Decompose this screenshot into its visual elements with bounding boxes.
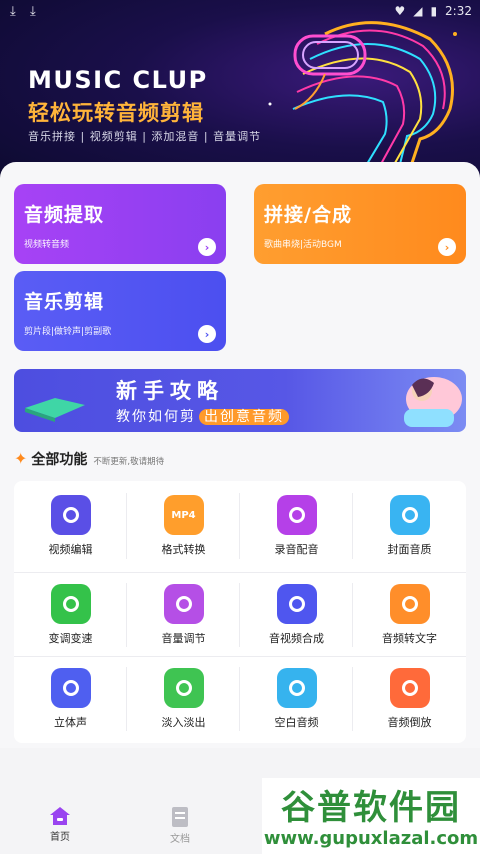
- glyph: [401, 596, 418, 612]
- banner-tags: 音乐拼接 | 视频剪辑 | 添加混音 | 音量调节: [28, 130, 262, 143]
- section-title: 全部功能: [31, 452, 88, 468]
- glyph: [62, 507, 79, 523]
- feature-item[interactable]: 录音配音: [240, 481, 353, 568]
- feature-item[interactable]: 视频编辑: [14, 481, 127, 568]
- watermark-url: www.gupuxlazal.com: [263, 828, 479, 849]
- promo-title: 新手攻略: [116, 379, 224, 403]
- glyph: [62, 680, 79, 696]
- watermark: 谷普软件园 www.gupuxlazal.com: [262, 778, 480, 854]
- glyph: [401, 507, 418, 523]
- all-features-header: ✦ 全部功能 不断更新,敬请期待: [14, 449, 164, 469]
- music-edit-card[interactable]: 音乐剪辑 剪片段|做铃声|剪副歌 ›: [14, 271, 226, 351]
- card-title: 音频提取: [24, 204, 105, 226]
- feature-label: 录音配音: [274, 543, 319, 556]
- banner-subtitle: 轻松玩转音频剪辑: [28, 101, 204, 125]
- glyph: [288, 507, 305, 523]
- blank-audio-icon: [276, 668, 317, 708]
- download-icon: ⤓: [30, 4, 36, 19]
- glyph: [175, 596, 192, 612]
- document-icon: [172, 807, 188, 827]
- cover-image-icon: [389, 495, 430, 535]
- feature-label: 音量调节: [161, 632, 206, 645]
- reverse-icon: [389, 668, 430, 708]
- feature-item[interactable]: MP4 格式转换: [127, 481, 240, 568]
- feature-item[interactable]: 淡入淡出: [127, 654, 240, 741]
- volume-icon: [163, 584, 204, 624]
- banner-title: MUSIC CLUP: [28, 66, 208, 94]
- neon-head-illustration: [268, 21, 457, 184]
- feature-label: 音频转文字: [382, 632, 437, 645]
- speed-icon: [50, 584, 91, 624]
- sparkle-icon: ✦: [14, 449, 28, 468]
- feature-item[interactable]: 空白音频: [240, 654, 353, 741]
- video-edit-icon: [50, 495, 91, 535]
- chevron-right-icon[interactable]: ›: [198, 325, 216, 343]
- promo-subtitle: 教你如何剪 出创意音频: [116, 406, 289, 426]
- feature-label: 音频倒放: [387, 716, 432, 729]
- feature-label: 空白音频: [274, 716, 319, 729]
- features-grid: 视频编辑 MP4 格式转换 录音配音 封面音质变调变速 音量调节 音视频合成 音频转文字立体声…: [14, 481, 466, 743]
- card-desc: 视频转音频: [24, 240, 70, 250]
- card-desc: 歌曲串烧|活动BGM: [264, 240, 342, 250]
- feature-item[interactable]: 音频倒放: [353, 654, 466, 741]
- glyph: [62, 596, 79, 612]
- nav-docs-label: 文档: [170, 834, 190, 845]
- glyph: [288, 680, 305, 696]
- av-merge-icon: [276, 584, 317, 624]
- promo-sub-prefix: 教你如何剪: [116, 409, 196, 425]
- card-title: 音乐剪辑: [24, 291, 105, 313]
- feature-item[interactable]: 音频转文字: [353, 570, 466, 657]
- glyph: [401, 680, 418, 696]
- book-icon: [25, 398, 85, 422]
- card-desc: 剪片段|做铃声|剪副歌: [24, 327, 112, 337]
- nav-home-label: 首页: [50, 832, 70, 843]
- section-subtitle: 不断更新,敬请期待: [93, 457, 165, 467]
- person-illustration: [404, 377, 462, 427]
- stereo-icon: [50, 668, 91, 708]
- feature-label: 封面音质: [387, 543, 432, 556]
- feature-label: 格式转换: [161, 543, 206, 556]
- nav-docs[interactable]: 文档: [150, 806, 210, 845]
- watermark-text: 谷普软件园: [281, 788, 461, 828]
- feature-label: 视频编辑: [48, 543, 93, 556]
- download-icon: ⤓: [10, 4, 16, 19]
- app-screen: ⤓ ⤓ ♥ ◢ ▮ 2:32 MUSIC CLUP 轻松玩转音频剪辑 音乐拼接 …: [0, 0, 480, 854]
- glyph: [175, 680, 192, 696]
- feature-label: 立体声: [54, 716, 87, 729]
- splice-merge-card[interactable]: 拼接/合成 歌曲串烧|活动BGM ›: [254, 184, 466, 264]
- promo-sub-highlight: 出创意音频: [199, 409, 289, 425]
- feature-item[interactable]: 变调变速: [14, 570, 127, 657]
- audio-extract-card[interactable]: 音频提取 视频转音频 ›: [14, 184, 226, 264]
- card-title: 拼接/合成: [264, 204, 352, 226]
- mp4-format-icon: MP4: [163, 495, 204, 535]
- audio-to-text-icon: [389, 584, 430, 624]
- glyph: [288, 596, 305, 612]
- chevron-right-icon[interactable]: ›: [438, 238, 456, 256]
- feature-label: 变调变速: [48, 632, 93, 645]
- feature-item[interactable]: 音量调节: [127, 570, 240, 657]
- home-icon: [50, 807, 70, 825]
- nav-home[interactable]: 首页: [30, 806, 90, 843]
- feature-item[interactable]: 封面音质: [353, 481, 466, 568]
- feature-item[interactable]: 立体声: [14, 654, 127, 741]
- beginner-guide-banner[interactable]: 新手攻略 教你如何剪 出创意音频: [14, 369, 466, 432]
- chevron-right-icon[interactable]: ›: [198, 238, 216, 256]
- feature-label: 淡入淡出: [161, 716, 206, 729]
- feature-item[interactable]: 音视频合成: [240, 570, 353, 657]
- feature-label: 音视频合成: [269, 632, 324, 645]
- fade-icon: [163, 668, 204, 708]
- record-icon: [276, 495, 317, 535]
